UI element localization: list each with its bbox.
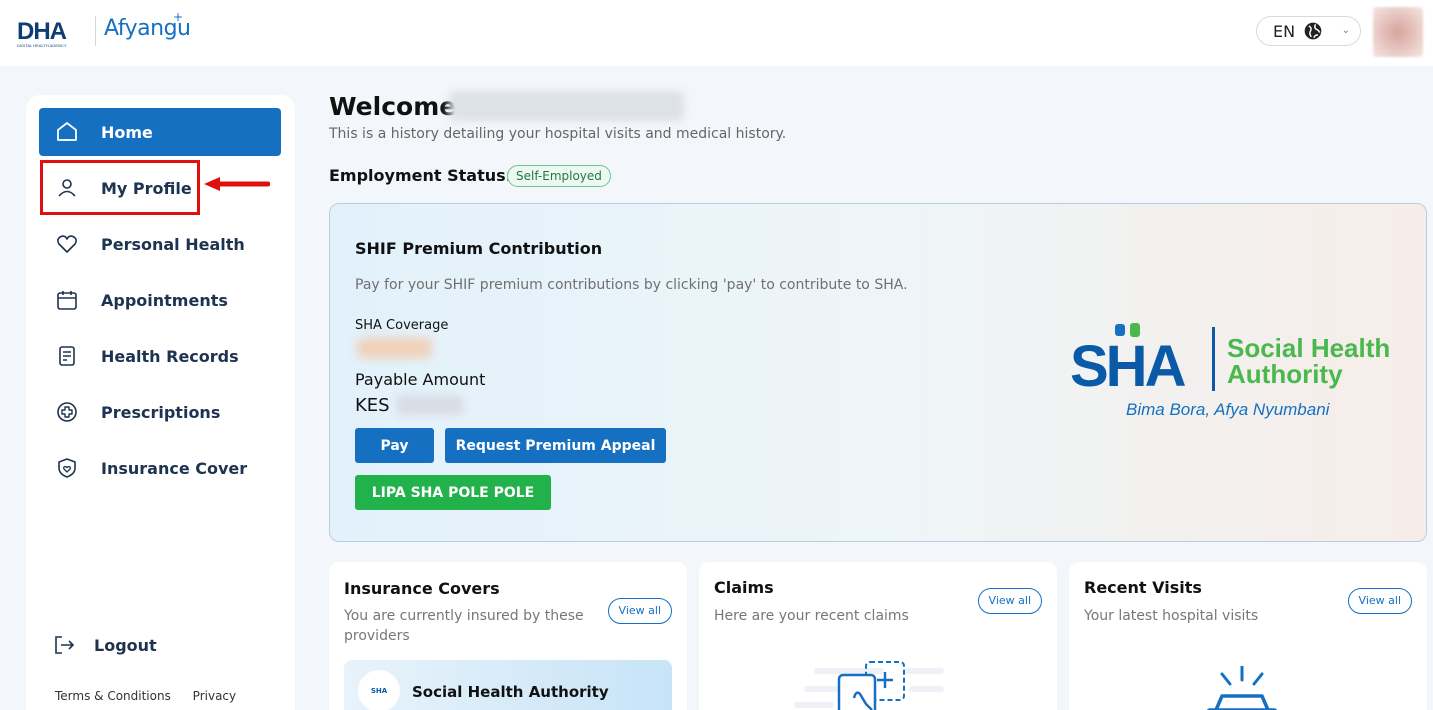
card-title: Recent Visits	[1084, 578, 1202, 597]
sha-logo-text: SHA	[1070, 334, 1186, 399]
provider-item[interactable]: SHA Social Health Authority	[344, 660, 672, 710]
recent-visits-card: Recent Visits Your latest hospital visit…	[1069, 562, 1427, 710]
card-title: Claims	[714, 578, 774, 597]
sidebar-item-label: Personal Health	[101, 234, 245, 254]
calendar-icon	[55, 288, 79, 312]
terms-link[interactable]: Terms & Conditions	[55, 689, 171, 703]
user-avatar[interactable]	[1373, 7, 1423, 57]
view-all-button[interactable]: View all	[977, 588, 1042, 614]
sha-logo-name: Social Health Authority	[1227, 333, 1391, 389]
view-all-button[interactable]: View all	[607, 598, 672, 624]
claims-card: Claims Here are your recent claims View …	[699, 562, 1057, 710]
visits-illustration-icon	[1206, 666, 1278, 710]
sidebar-item-label: Health Records	[101, 346, 239, 366]
card-title: Insurance Covers	[344, 579, 500, 598]
sidebar-item-label: Appointments	[101, 290, 228, 310]
sidebar-item-label: Home	[101, 122, 153, 142]
page-subtitle: This is a history detailing your hospita…	[329, 126, 787, 142]
card-subtitle: Here are your recent claims	[714, 608, 909, 624]
logo-plus-mark: +	[173, 10, 184, 24]
language-label: EN	[1273, 21, 1296, 41]
annotation-arrow-icon	[204, 177, 270, 191]
sidebar-item-home[interactable]: Home	[39, 108, 281, 156]
user-name-redacted	[449, 91, 684, 121]
heart-icon	[55, 232, 79, 256]
payable-amount-label: Payable Amount	[355, 370, 486, 389]
sidebar-item-personal-health[interactable]: Personal Health	[39, 220, 281, 268]
logo-divider	[95, 16, 96, 46]
request-premium-appeal-button[interactable]: Request Premium Appeal	[445, 428, 666, 463]
home-icon	[55, 120, 79, 144]
card-subtitle: You are currently insured by these provi…	[344, 608, 584, 644]
page-title: Welcome	[329, 92, 457, 121]
sidebar-item-label: Insurance Cover	[101, 458, 248, 478]
payable-amount-redacted	[396, 395, 464, 415]
lipa-sha-pole-pole-button[interactable]: LIPA SHA POLE POLE	[355, 475, 551, 510]
sha-logo: SHA Social Health Authority Bima Bora, A…	[1070, 321, 1410, 431]
sidebar-item-prescriptions[interactable]: Prescriptions	[39, 388, 281, 436]
premium-contribution-panel: SHIF Premium Contribution Pay for your S…	[329, 203, 1427, 542]
language-selector[interactable]: EN ⌄	[1256, 16, 1361, 46]
logout-button[interactable]: Logout	[52, 633, 157, 657]
insurance-covers-card: Insurance Covers You are currently insur…	[329, 562, 687, 710]
employment-status-label: Employment Status:	[329, 166, 513, 185]
plus-circle-icon	[55, 400, 79, 424]
globe-icon	[1304, 22, 1322, 40]
provider-logo: SHA	[358, 670, 400, 710]
sidebar-item-label: Prescriptions	[101, 402, 221, 422]
provider-name: Social Health Authority	[412, 683, 609, 701]
sidebar-item-appointments[interactable]: Appointments	[39, 276, 281, 324]
sidebar-item-health-records[interactable]: Health Records	[39, 332, 281, 380]
pay-button[interactable]: Pay	[355, 428, 434, 463]
view-all-button[interactable]: View all	[1347, 588, 1412, 614]
shield-icon	[55, 456, 79, 480]
chevron-down-icon: ⌄	[1341, 25, 1350, 36]
privacy-link[interactable]: Privacy	[193, 689, 236, 703]
claims-illustration-icon	[794, 661, 944, 710]
coverage-value-redacted	[357, 338, 432, 358]
document-icon	[55, 344, 79, 368]
sha-logo-divider	[1212, 327, 1215, 391]
footer-links: Terms & Conditions Privacy	[55, 689, 254, 703]
dha-logo[interactable]: DHA DIGITAL HEALTH AGENCY	[17, 18, 67, 48]
employment-status-badge: Self-Employed	[507, 165, 611, 187]
coverage-label: SHA Coverage	[355, 318, 449, 333]
logout-label: Logout	[94, 635, 157, 655]
card-subtitle: Your latest hospital visits	[1084, 608, 1259, 624]
top-bar: DHA DIGITAL HEALTH AGENCY Afyangu + EN ⌄	[0, 0, 1433, 66]
sha-logo-tagline: Bima Bora, Afya Nyumbani	[1126, 400, 1330, 419]
premium-title: SHIF Premium Contribution	[355, 239, 603, 258]
sidebar-item-insurance-cover[interactable]: Insurance Cover	[39, 444, 281, 492]
premium-description: Pay for your SHIF premium contributions …	[355, 277, 908, 293]
highlight-box	[40, 160, 200, 215]
logout-icon	[52, 633, 76, 657]
currency-label: KES	[355, 395, 390, 416]
